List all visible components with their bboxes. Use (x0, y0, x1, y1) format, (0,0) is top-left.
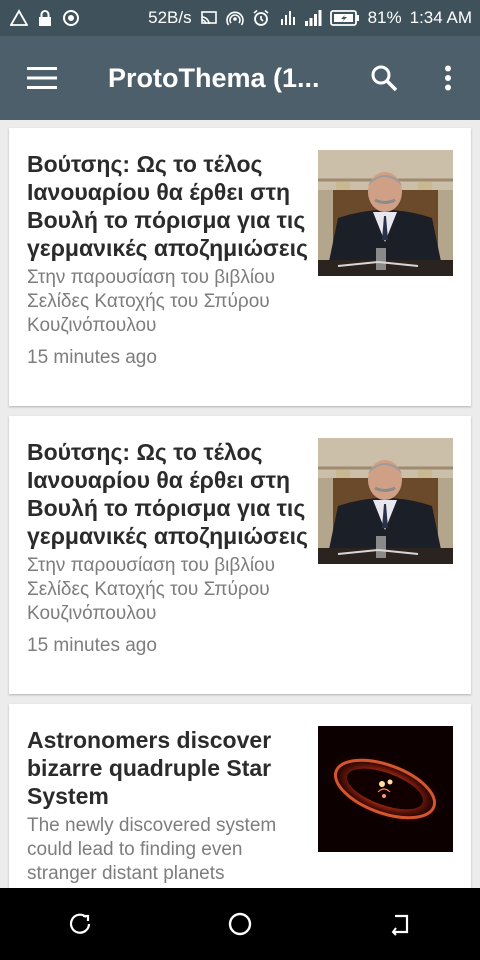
back-icon (391, 914, 409, 936)
recent-apps-button[interactable] (50, 894, 110, 954)
article-thumbnail[interactable] (318, 438, 453, 564)
home-button[interactable] (210, 894, 270, 954)
search-button[interactable] (352, 36, 416, 120)
hotspot-icon (225, 9, 244, 27)
article-card[interactable]: Βούτσης: Ως το τέλος Ιανουαρίου θα έρθει… (9, 416, 471, 694)
article-time: 15 minutes ago (27, 635, 157, 656)
record-icon (62, 9, 80, 27)
clock: 1:34 AM (409, 8, 472, 27)
recent-apps-icon (69, 913, 91, 934)
app-bar: ProtoThema (1... (0, 36, 480, 120)
back-button[interactable] (370, 894, 430, 954)
lock-icon (36, 9, 54, 27)
navigation-bar (0, 888, 480, 960)
cell-signal-icon (304, 9, 322, 27)
menu-icon (27, 67, 57, 89)
search-icon (371, 65, 398, 92)
network-speed: 52B/s (148, 8, 192, 27)
status-right-icons: 52B/s 81% 1:34 AM (148, 8, 472, 28)
status-left-icons (10, 9, 80, 27)
cast-icon (200, 9, 218, 27)
alarm-icon (252, 9, 270, 27)
app-bar-actions (352, 36, 480, 120)
article-summary: Στην παρουσίαση του βιβλίου Σελίδες Κατο… (27, 267, 276, 336)
status-bar: 52B/s 81% 1:34 AM (0, 0, 480, 36)
article-headline[interactable]: Astronomers discover bizarre quadruple S… (27, 726, 317, 810)
article-text: Astronomers discover bizarre quadruple S… (27, 726, 317, 888)
warning-icon (10, 9, 28, 27)
article-summary: Στην παρουσίαση του βιβλίου Σελίδες Κατο… (27, 555, 276, 624)
article-card[interactable]: Βούτσης: Ως το τέλος Ιανουαρίου θα έρθει… (9, 128, 471, 406)
battery-percent: 81% (367, 8, 402, 27)
data-signal-icon (278, 9, 296, 27)
politician-photo (318, 150, 453, 276)
app-title: ProtoThema (1... (108, 62, 320, 93)
article-thumbnail[interactable] (318, 150, 453, 276)
article-summary: The newly discovered system could lead t… (27, 815, 277, 884)
article-time: 15 minutes ago (27, 347, 157, 368)
article-text: Βούτσης: Ως το τέλος Ιανουαρίου θα έρθει… (27, 438, 317, 657)
article-thumbnail[interactable] (318, 726, 453, 852)
home-icon (228, 912, 252, 936)
article-headline[interactable]: Βούτσης: Ως το τέλος Ιανουαρίου θα έρθει… (27, 438, 317, 550)
article-text: Βούτσης: Ως το τέλος Ιανουαρίου θα έρθει… (27, 150, 317, 369)
battery-icon (329, 10, 360, 26)
news-feed[interactable]: Βούτσης: Ως το τέλος Ιανουαρίου θα έρθει… (0, 120, 480, 888)
article-card[interactable]: Astronomers discover bizarre quadruple S… (9, 704, 471, 888)
article-headline[interactable]: Βούτσης: Ως το τέλος Ιανουαρίου θα έρθει… (27, 150, 317, 262)
star-system-illustration (318, 726, 453, 852)
overflow-menu-button[interactable] (416, 36, 480, 120)
politician-photo (318, 438, 453, 564)
more-vert-icon (445, 65, 451, 91)
menu-button[interactable] (0, 36, 84, 120)
